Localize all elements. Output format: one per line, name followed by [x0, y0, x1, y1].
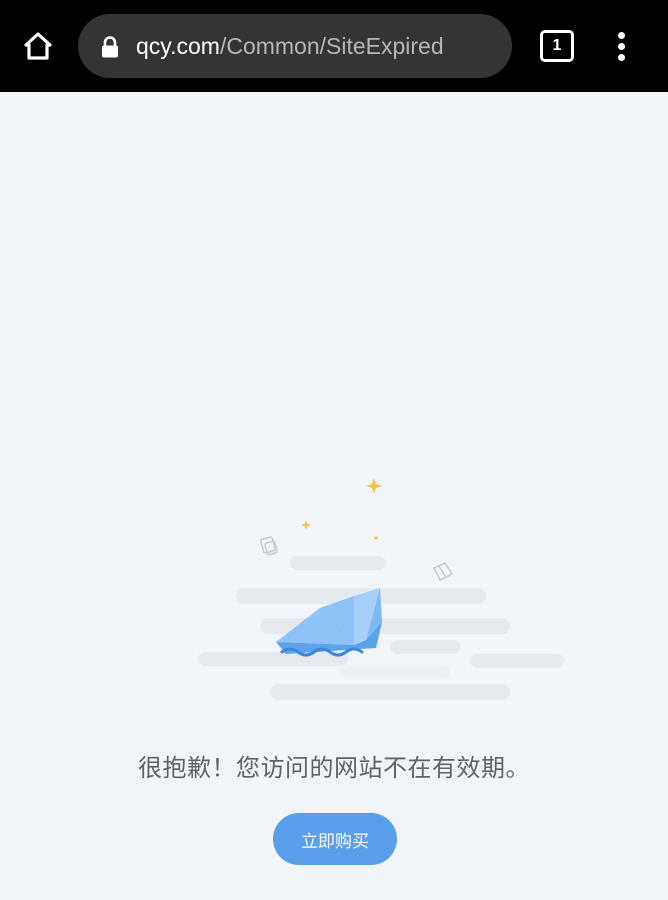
- url-path: /Common/SiteExpired: [219, 33, 444, 59]
- more-vert-icon: [618, 32, 625, 39]
- site-expired-message: 很抱歉！您访问的网站不在有效期。: [138, 754, 530, 782]
- sparkle-icon: [301, 478, 382, 540]
- more-vert-icon-dot: [618, 43, 625, 50]
- browser-menu-button[interactable]: [606, 28, 638, 64]
- more-vert-icon-dot: [618, 54, 625, 61]
- home-button[interactable]: [18, 26, 58, 66]
- home-icon: [24, 32, 52, 60]
- tab-switcher-button[interactable]: 1: [540, 30, 574, 62]
- address-bar[interactable]: qcy.com/Common/SiteExpired: [78, 14, 512, 78]
- browser-toolbar: qcy.com/Common/SiteExpired 1: [0, 0, 668, 92]
- lock-icon: [102, 36, 118, 58]
- tab-count: 1: [552, 37, 562, 54]
- cloud-strips: [198, 556, 564, 700]
- url-text: qcy.com/Common/SiteExpired: [136, 32, 444, 60]
- paper-boat-illustration: [198, 478, 564, 700]
- buy-now-button[interactable]: 立即购买: [273, 813, 397, 865]
- url-domain: qcy.com: [136, 33, 220, 59]
